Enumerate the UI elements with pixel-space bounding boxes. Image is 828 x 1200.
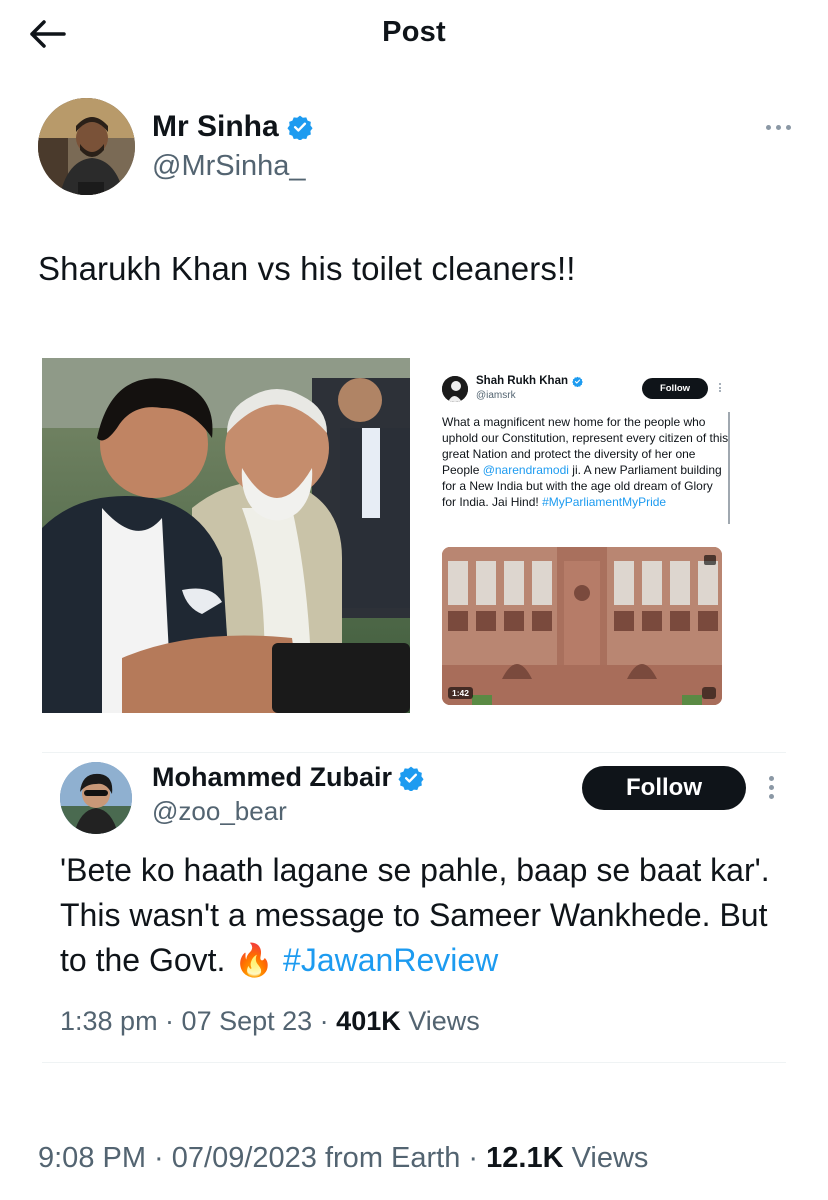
embedded-follow-button: Follow [642, 378, 708, 399]
divider [42, 1062, 786, 1063]
embedded-tweet-header: Shah Rukh Khan @iamsrk Follow [442, 374, 732, 414]
more-options-icon [718, 383, 722, 395]
verified-badge-icon [287, 115, 313, 140]
author-name[interactable]: Mr Sinha [152, 110, 279, 144]
more-options-button[interactable] [758, 120, 798, 134]
post-author: Mr Sinha @MrSinha_ [38, 98, 798, 198]
author-handle[interactable]: @MrSinha_ [152, 150, 306, 183]
embedded-author-name: Shah Rukh Khan [476, 375, 569, 387]
fire-emoji-icon: 🔥 [234, 942, 275, 978]
quoted-views-count: 401K [336, 1006, 401, 1036]
verified-badge-icon [398, 766, 424, 791]
quoted-post-timestamp: 1:38 pm · 07 Sept 23 · [60, 1006, 337, 1036]
avatar-photo [38, 98, 135, 195]
verified-badge-icon [572, 376, 583, 387]
mute-icon [702, 687, 716, 699]
post-timestamp: 9:08 PM · 07/09/2023 from Earth · [38, 1142, 487, 1174]
embedded-tweet-screenshot[interactable]: Shah Rukh Khan @iamsrk Follow What a mag… [432, 360, 730, 710]
dot-icon [765, 124, 771, 130]
parliament-video-thumbnail: 1:42 [442, 547, 722, 705]
quoted-author-handle[interactable]: @zoo_bear [152, 796, 287, 827]
quoted-author-name[interactable]: Mohammed Zubair [152, 762, 392, 793]
hashtag-link[interactable]: #JawanReview [283, 942, 498, 978]
selfie-photo[interactable] [42, 358, 410, 713]
avatar [442, 376, 468, 402]
more-options-button[interactable] [768, 776, 774, 802]
quoted-post-meta: 1:38 pm · 07 Sept 23 · 401K Views [60, 1006, 480, 1036]
page-title: Post [382, 16, 446, 48]
dot-icon [768, 794, 774, 799]
follow-button[interactable]: Follow [582, 766, 746, 810]
dot-icon [775, 124, 781, 130]
embedded-tweet-text: What a magnificent new home for the peop… [442, 415, 729, 509]
views-count[interactable]: 12.1K [486, 1142, 563, 1174]
mention-link: @narendramodi [482, 463, 569, 477]
scrollbar [728, 412, 730, 524]
photo-image [42, 358, 410, 713]
hashtag-link: #MyParliamentMyPride [542, 495, 667, 509]
quoted-post[interactable]: Mohammed Zubair @zoo_bear Follow 'Bete k… [42, 752, 786, 1064]
dot-icon [785, 124, 791, 130]
embedded-author-handle: @iamsrk [476, 390, 516, 401]
quoted-post-text: 'Bete ko haath lagane se pahle, baap se … [60, 852, 770, 978]
post-text: Sharukh Khan vs his toilet cleaners!! [38, 250, 576, 287]
video-duration: 1:42 [448, 687, 474, 699]
top-bar: Post [0, 0, 828, 66]
parliament-building-image [442, 547, 722, 705]
expand-icon [704, 555, 716, 565]
avatar[interactable] [38, 98, 135, 195]
dot-icon [768, 785, 774, 790]
post-meta: 9:08 PM · 07/09/2023 from Earth · 12.1K … [38, 1142, 649, 1174]
dot-icon [768, 776, 774, 781]
avatar[interactable] [60, 762, 132, 834]
